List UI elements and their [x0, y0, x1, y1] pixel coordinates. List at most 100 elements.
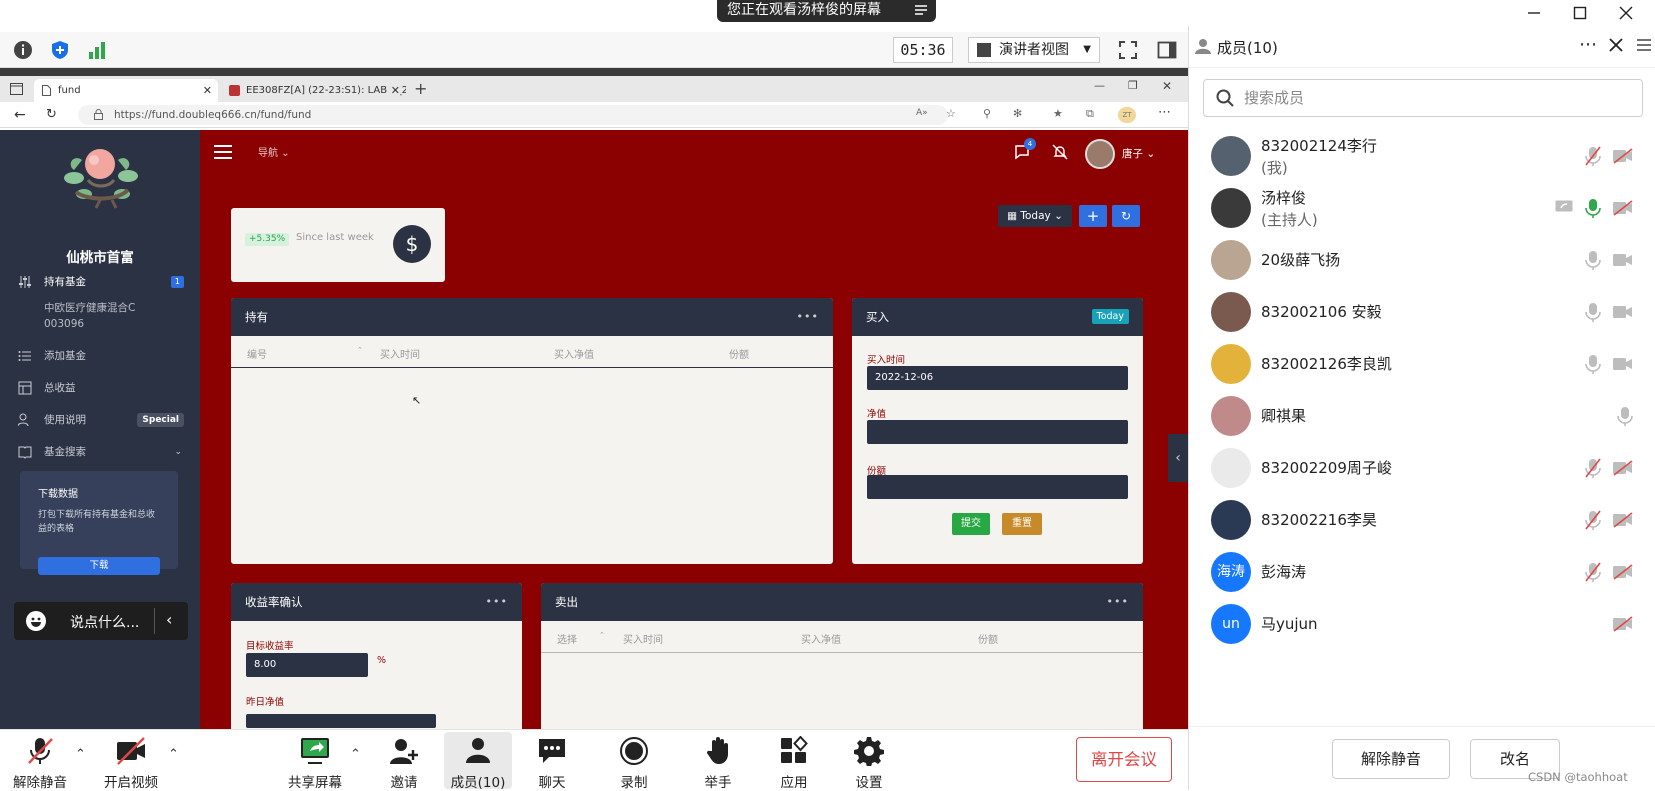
chevron-up-icon[interactable]: ⌃	[75, 747, 86, 762]
mic-icon[interactable]	[1585, 250, 1601, 270]
camera-off-icon[interactable]	[1613, 616, 1633, 632]
more-icon[interactable]: ⋯	[1579, 34, 1597, 55]
sidebar-item-total[interactable]: 总收益	[18, 378, 188, 398]
camera-off-icon[interactable]	[1613, 512, 1633, 528]
record-button[interactable]: 录制	[600, 730, 668, 791]
today-dropdown[interactable]: ▦ Today ⌄	[998, 205, 1072, 227]
profile-avatar[interactable]: ZT	[1118, 107, 1136, 123]
target-rate-input[interactable]: 8.00	[246, 653, 368, 677]
camera-off-icon[interactable]	[1613, 200, 1633, 216]
column-header-shares[interactable]: 份额	[729, 346, 749, 361]
panel-collapse-handle[interactable]: ‹	[1168, 434, 1188, 482]
collections-icon[interactable]: ⧉	[1086, 107, 1094, 121]
sidebar-item-plaza[interactable]: 基金搜索 ⌄	[18, 442, 188, 462]
browser-minimize-icon[interactable]: —	[1094, 79, 1105, 92]
info-icon[interactable]	[12, 39, 34, 61]
network-signal-icon[interactable]	[86, 39, 108, 61]
refresh-button[interactable]: ↻	[1112, 205, 1140, 227]
speaker-view-dropdown[interactable]: 演讲者视图 ▼	[968, 37, 1100, 63]
sidebar-subitem-code[interactable]: 003096	[44, 314, 214, 334]
camera-icon[interactable]	[1613, 252, 1633, 268]
banner-menu-icon[interactable]	[914, 3, 928, 17]
mic-muted-icon[interactable]	[1585, 562, 1601, 582]
mic-muted-icon[interactable]	[1585, 510, 1601, 530]
column-header-shares[interactable]: 份额	[978, 631, 998, 646]
nav-input[interactable]	[867, 420, 1128, 444]
raise-hand-button[interactable]: 举手	[684, 730, 752, 791]
chat-button[interactable]: 聊天	[518, 730, 586, 791]
hamburger-menu-icon[interactable]	[214, 145, 232, 159]
member-row[interactable]: 卿祺果	[1189, 390, 1655, 442]
member-row[interactable]: 海涛 彭海涛	[1189, 546, 1655, 598]
share-screen-button[interactable]: 共享屏幕	[281, 730, 349, 791]
add-favorite-icon[interactable]: ☆	[946, 107, 956, 120]
member-row[interactable]: 20级薛飞扬	[1189, 234, 1655, 286]
camera-off-icon[interactable]	[1613, 148, 1633, 164]
member-row[interactable]: 832002126李良凯	[1189, 338, 1655, 390]
fullscreen-icon[interactable]	[1117, 39, 1139, 61]
more-icon[interactable]: •••	[486, 583, 508, 621]
address-bar[interactable]: https://fund.doubleq666.cn/fund/fund	[78, 105, 948, 125]
puzzle-icon[interactable]: ✻	[1013, 107, 1022, 120]
tab-close-icon[interactable]: ✕	[203, 79, 212, 102]
mic-icon[interactable]	[1585, 302, 1601, 322]
maximize-icon[interactable]	[1571, 4, 1589, 22]
security-shield-icon[interactable]	[49, 39, 71, 61]
chevron-left-icon[interactable]: ‹	[166, 610, 172, 629]
member-row[interactable]: 汤梓俊 (主持人)	[1189, 182, 1655, 234]
share-input[interactable]	[867, 475, 1128, 499]
column-header-buy-time[interactable]: 买入时间	[380, 346, 420, 361]
mic-icon[interactable]	[1585, 198, 1601, 218]
column-header-buy-time[interactable]: 买入时间	[623, 631, 663, 646]
member-row[interactable]: 832002216李昊	[1189, 494, 1655, 546]
sidebar-toggle-icon[interactable]	[1156, 39, 1178, 61]
more-icon[interactable]: •••	[1107, 583, 1129, 621]
menu-icon[interactable]	[1637, 39, 1651, 51]
add-button[interactable]: +	[1079, 205, 1107, 227]
close-panel-icon[interactable]	[1609, 38, 1623, 52]
mic-muted-icon[interactable]	[1585, 458, 1601, 478]
column-header-select[interactable]: 选择	[557, 631, 577, 646]
member-row[interactable]: 832002106 安毅	[1189, 286, 1655, 338]
extension-icon[interactable]: ⚲	[983, 107, 991, 120]
reset-button[interactable]: 重置	[1002, 513, 1042, 535]
user-menu[interactable]: 唐子 ⌄	[1122, 146, 1155, 161]
back-icon[interactable]: ←	[14, 107, 26, 123]
column-header-buy-nav[interactable]: 买入净值	[801, 631, 841, 646]
sort-icon[interactable]: ⌃	[599, 631, 605, 639]
more-icon[interactable]: •••	[797, 298, 819, 336]
browser-close-icon[interactable]: ✕	[1162, 79, 1172, 93]
bell-off-icon[interactable]	[1052, 144, 1068, 160]
tab-actions-icon[interactable]	[10, 83, 23, 95]
mic-muted-icon[interactable]	[1585, 146, 1601, 166]
leave-meeting-button[interactable]: 离开会议	[1076, 737, 1172, 782]
sidebar-item-help[interactable]: 使用说明 Special	[18, 410, 188, 430]
invite-button[interactable]: 邀请	[370, 730, 438, 791]
member-row[interactable]: 832002124李行 (我)	[1189, 130, 1655, 182]
sort-icon[interactable]: ⌃	[357, 346, 363, 354]
column-header-buy-nav[interactable]: 买入净值	[554, 346, 594, 361]
browser-tab-lab[interactable]: EE308FZ[A] (22-23:S1): LAB 3_2 ([ ✕	[222, 79, 406, 102]
apps-button[interactable]: 应用	[760, 730, 828, 791]
read-aloud-icon[interactable]: A»	[916, 108, 928, 118]
chat-input-pill[interactable]: 说点什么... ‹	[14, 602, 188, 640]
video-button[interactable]: 开启视频	[97, 730, 165, 791]
members-button[interactable]: 成员(10)	[444, 732, 512, 791]
browser-tab-fund[interactable]: fund ✕	[34, 79, 218, 102]
nav-dropdown[interactable]: 导航 ⌄	[258, 144, 290, 159]
column-header-id[interactable]: 编号	[247, 346, 267, 361]
browser-restore-icon[interactable]: ❐	[1128, 79, 1138, 92]
sidebar-item-holding[interactable]: 持有基金 1	[18, 272, 188, 292]
buy-date-input[interactable]: 2022-12-06	[867, 366, 1128, 390]
close-icon[interactable]	[1617, 4, 1635, 22]
mic-icon[interactable]	[1585, 354, 1601, 374]
yesterday-nav-input[interactable]	[246, 714, 436, 728]
member-row[interactable]: 832002209周子峻	[1189, 442, 1655, 494]
emoji-icon[interactable]	[26, 611, 46, 631]
unmute-button[interactable]: 解除静音	[6, 730, 74, 791]
camera-icon[interactable]	[1613, 304, 1633, 320]
new-tab-icon[interactable]: +	[414, 79, 427, 98]
minimize-icon[interactable]	[1525, 4, 1543, 22]
download-button[interactable]: 下载	[38, 557, 160, 575]
user-avatar[interactable]	[1085, 139, 1115, 169]
